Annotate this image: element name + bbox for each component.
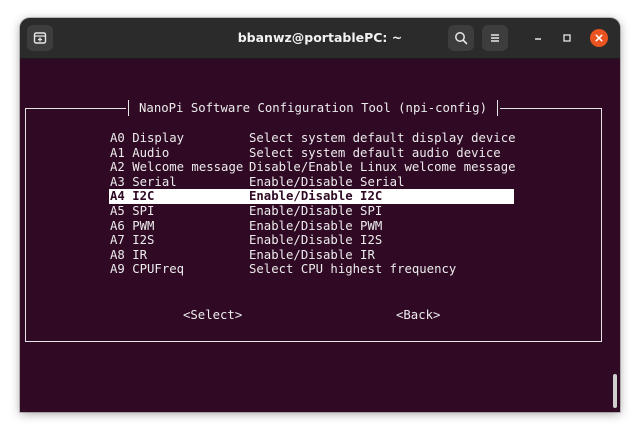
menu-item-key: A7 I2S [110,233,155,248]
menu-item-desc: Enable/Disable SPI [249,203,383,218]
maximize-icon [562,33,572,43]
menu-item-key: A6 PWM [110,218,155,233]
menu-item-key: A9 CPUFreq [110,262,185,277]
menu-item-desc: Enable/Disable I2C [249,189,383,204]
menu-item-desc: Enable/Disable PWM [249,218,383,233]
menu-item-serial[interactable]: A3 Serial Enable/Disable Serial [109,175,514,190]
menu-item-key: A2 Welcome message [110,160,244,175]
minimize-icon [533,33,543,43]
menu-item-i2s[interactable]: A7 I2S Enable/Disable I2S [109,233,514,248]
select-button[interactable]: <Select> [183,307,242,323]
dialog-title: NanoPi Software Configuration Tool (npi-… [126,99,500,117]
menu-item-desc: Select system default display device [249,131,516,145]
menu-item-key: A3 Serial [110,174,177,189]
menu-item-desc: Enable/Disable Serial [249,174,405,189]
menu-item-display[interactable]: A0 Display Select system default display… [109,131,516,146]
menu-item-i2c[interactable]: A4 I2C Enable/Disable I2C [109,189,514,204]
new-tab-icon [33,31,47,45]
menu-item-key: A0 Display [110,131,185,145]
search-icon [454,31,468,45]
menu-item-desc: Select system default audio device [249,145,501,160]
hamburger-menu-icon [488,31,502,45]
menu-item-ir[interactable]: A8 IR Enable/Disable IR [109,248,514,263]
terminal-window: bbanwz@portablePC: ~ NanoPi Software Con… [20,18,620,412]
menu-button[interactable] [482,25,508,51]
menu-item-key: A8 IR [110,247,148,262]
menu-item-desc: Disable/Enable Linux welcome message [249,160,516,175]
window-title: bbanwz@portablePC: ~ [237,30,403,45]
menu-item-desc: Enable/Disable I2S [249,233,383,248]
menu-item-desc: Select CPU highest frequency [249,262,457,277]
minimize-button[interactable] [529,29,547,47]
menu-item-pwm[interactable]: A6 PWM Enable/Disable PWM [109,219,514,234]
menu-item-cpufreq[interactable]: A9 CPUFreq Select CPU highest frequency [109,262,514,277]
scrollbar[interactable] [613,374,617,408]
terminal-area[interactable]: NanoPi Software Configuration Tool (npi-… [20,59,620,412]
new-tab-button[interactable] [27,25,53,51]
menu-item-key: A5 SPI [110,203,155,218]
menu-item-welcome-message[interactable]: A2 Welcome message Disable/Enable Linux … [109,160,516,175]
close-icon [594,33,604,43]
menu-item-audio[interactable]: A1 Audio Select system default audio dev… [109,146,514,161]
back-button[interactable]: <Back> [396,307,440,323]
close-button[interactable] [590,29,608,47]
config-menu: A0 Display Select system default display… [109,131,516,277]
titlebar: bbanwz@portablePC: ~ [20,18,620,59]
menu-item-key: A1 Audio [110,145,170,160]
maximize-button[interactable] [558,29,576,47]
menu-item-key: A4 I2C [110,189,155,204]
menu-item-desc: Enable/Disable IR [249,247,375,262]
menu-item-spi[interactable]: A5 SPI Enable/Disable SPI [109,204,514,219]
search-button[interactable] [448,25,474,51]
